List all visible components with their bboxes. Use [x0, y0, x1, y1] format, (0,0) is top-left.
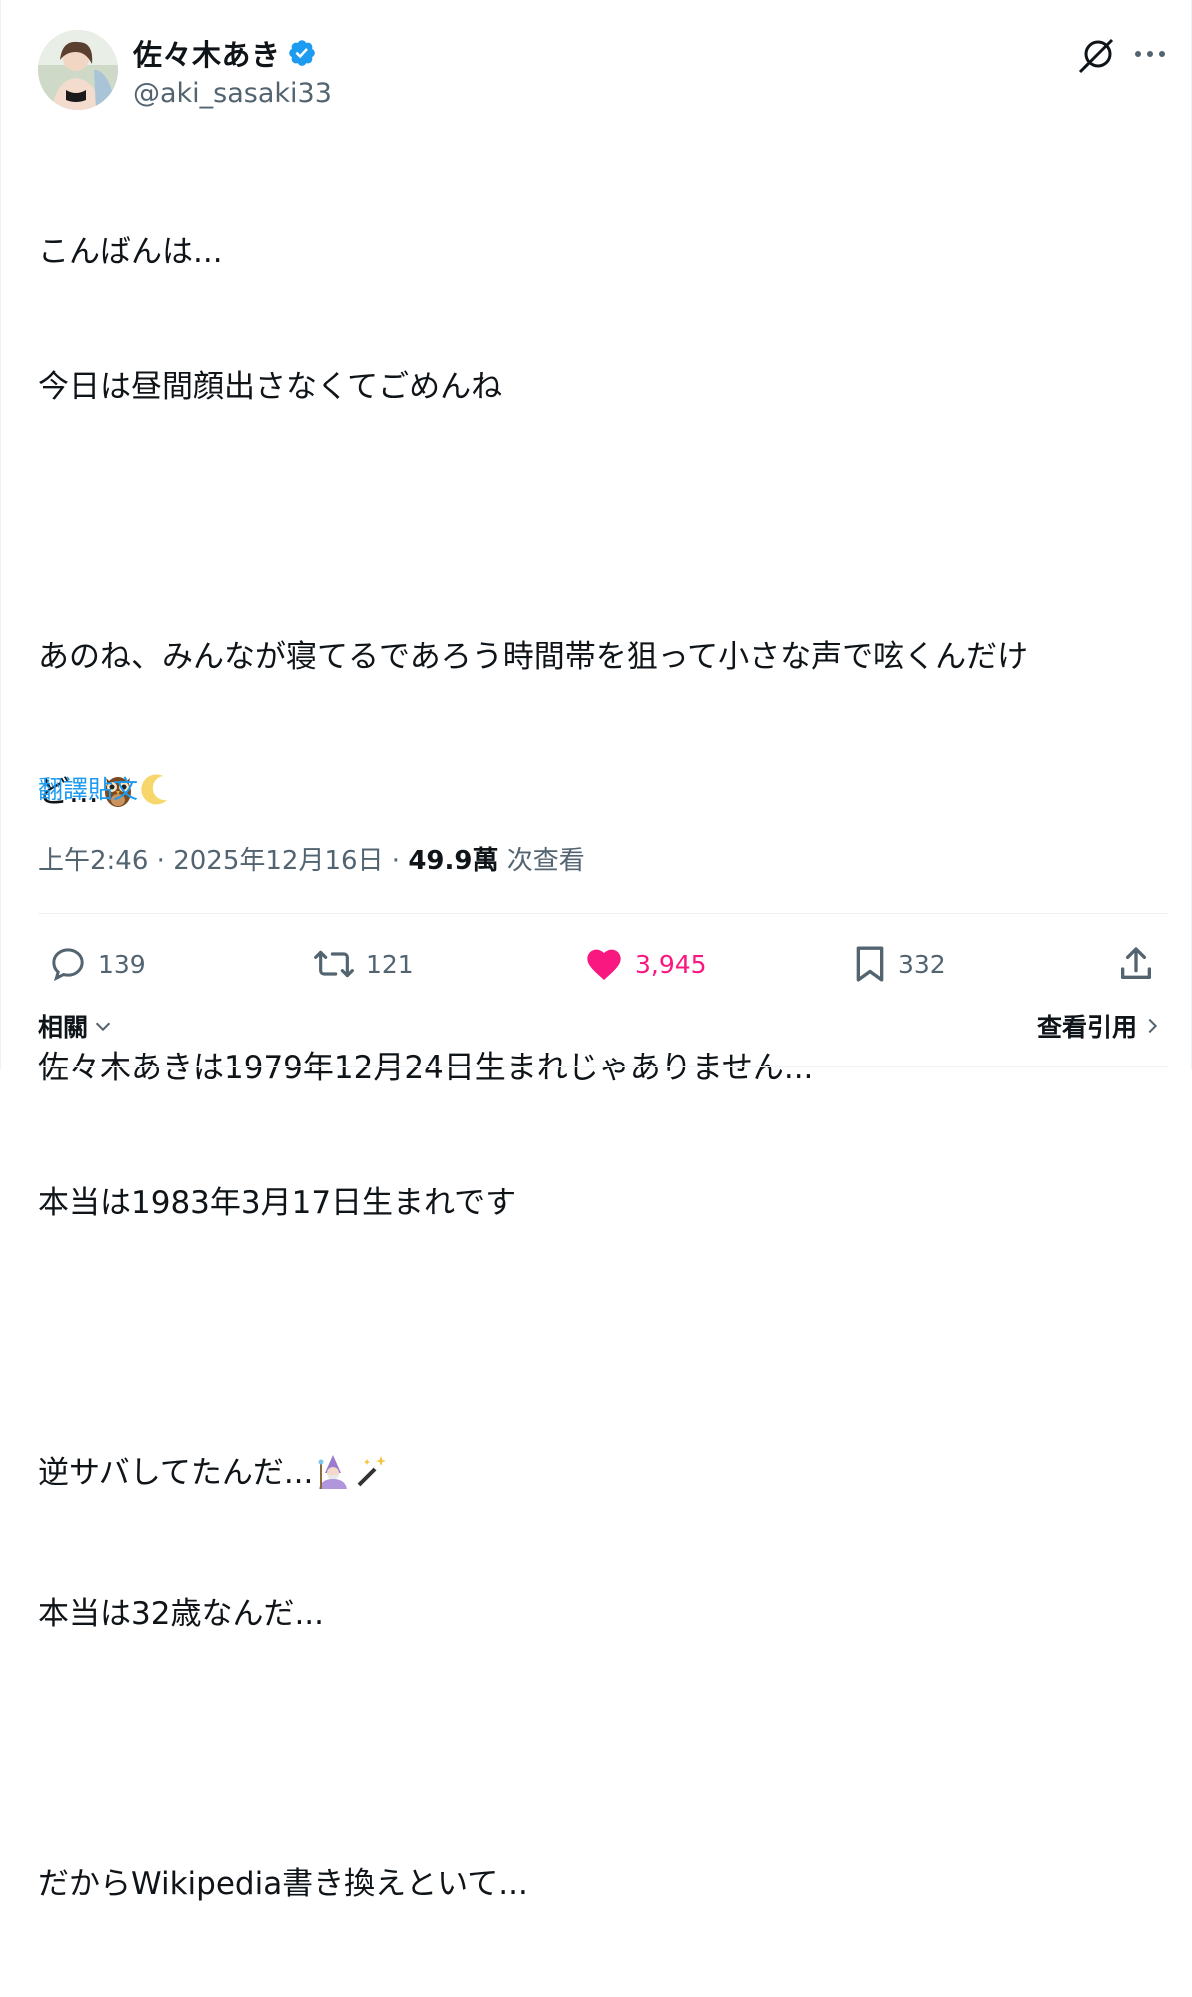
like-button[interactable]: 3,945 — [583, 940, 707, 988]
tweet-line-with-emoji: 逆サバしてたんだ... — [38, 1451, 1148, 1502]
tweet-line: 逆サバしてたんだ... — [38, 1455, 314, 1491]
tweet-line: 佐々木あきは1979年12月24日生まれじゃありません... — [38, 1050, 814, 1086]
author-names: 佐々木あき @aki_sasaki33 — [133, 36, 332, 109]
like-count: 3,945 — [635, 949, 707, 979]
tweet-time[interactable]: 上午2:46 — [38, 846, 148, 876]
tweet-line-with-emoji: ど... — [38, 770, 1148, 821]
divider — [38, 1066, 1168, 1067]
mage-emoji-icon — [315, 1453, 351, 1502]
action-bar: 139 121 3,945 332 — [38, 940, 1168, 988]
avatar[interactable] — [38, 30, 118, 110]
tweet-date[interactable]: 2025年12月16日 — [173, 846, 383, 876]
tweet-line: 今日は昼間顔出さなくてごめんね — [38, 369, 503, 405]
bookmark-count: 332 — [898, 949, 946, 979]
reply-count: 139 — [98, 949, 146, 979]
heart-filled-icon — [587, 949, 621, 980]
display-name-row: 佐々木あき — [133, 36, 332, 72]
tweet-header: 佐々木あき @aki_sasaki33 — [38, 30, 1168, 112]
tweet-line: 本当は1983年3月17日生まれです — [38, 1185, 517, 1221]
handle[interactable]: @aki_sasaki33 — [133, 78, 332, 109]
bookmark-icon — [856, 946, 884, 982]
meta-separator: · — [391, 846, 409, 876]
magic-wand-emoji-icon — [353, 1453, 389, 1502]
tweet-meta: 上午2:46 · 2025年12月16日 · 49.9萬 次查看 — [38, 840, 585, 877]
tweet-line: あのね、みんなが寝てるであろう時間帯を狙って小さな声で呟くんだけ — [38, 639, 1029, 675]
bookmark-button[interactable]: 332 — [852, 940, 946, 988]
reply-icon — [52, 948, 84, 982]
chevron-down-icon — [95, 1022, 111, 1032]
tweet-line: こんばんは... — [38, 234, 223, 270]
related-label: 相關 — [38, 1013, 89, 1042]
views-label: 次查看 — [506, 846, 585, 876]
more-options-icon[interactable] — [1132, 38, 1168, 70]
related-dropdown[interactable]: 相關 — [38, 1008, 114, 1044]
views-count: 49.9萬 — [408, 846, 499, 876]
translate-post-link[interactable]: 翻譯貼文 — [38, 770, 138, 806]
tweet-line: だからWikipedia書き換えといて... — [38, 1866, 528, 1902]
retweet-count: 121 — [366, 949, 414, 979]
tweet-line: 本当は32歳なんだ... — [38, 1596, 325, 1632]
meta-separator: · — [156, 846, 174, 876]
view-quotes-link[interactable]: 查看引用 — [1037, 1008, 1163, 1044]
display-name[interactable]: 佐々木あき — [133, 32, 281, 74]
tweet-text: こんばんは... 今日は昼間顔出さなくてごめんね あのね、みんなが寝てるであろう… — [38, 140, 1148, 1997]
retweet-button[interactable]: 121 — [312, 940, 414, 988]
verified-badge-icon[interactable] — [287, 38, 317, 68]
share-icon — [1121, 947, 1151, 979]
tweet-card: 佐々木あき @aki_sasaki33 こんばんは... 今日は昼間顔出さなくて… — [0, 0, 1192, 1902]
chevron-right-icon — [1148, 1018, 1158, 1034]
reply-button[interactable]: 139 — [48, 940, 146, 988]
grok-icon[interactable] — [1078, 34, 1118, 74]
retweet-icon — [314, 950, 354, 978]
crescent-moon-emoji-icon — [137, 772, 171, 821]
divider — [38, 913, 1168, 914]
share-button[interactable] — [1116, 940, 1166, 988]
quotes-label: 查看引用 — [1036, 1013, 1137, 1042]
